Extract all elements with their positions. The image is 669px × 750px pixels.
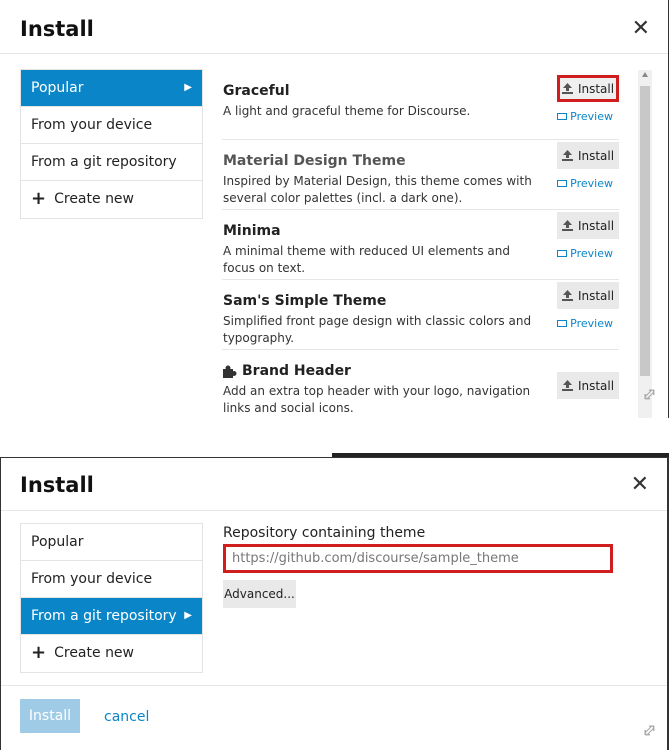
theme-description: Inspired by Material Design, this theme … <box>223 174 532 205</box>
upload-icon <box>561 150 573 161</box>
monitor-icon <box>557 180 568 187</box>
install-button[interactable]: Install <box>557 372 619 399</box>
modal-title: Install <box>20 17 94 41</box>
preview-label: Preview <box>570 317 613 330</box>
puzzle-icon <box>223 365 237 378</box>
nav-item-from-device[interactable]: From your device <box>21 561 202 598</box>
install-label: Install <box>577 288 615 303</box>
cancel-link[interactable]: cancel <box>104 709 149 725</box>
theme-name: Graceful <box>223 83 290 99</box>
install-button[interactable]: Install <box>557 282 619 309</box>
nav-item-create-new[interactable]: + Create new <box>21 181 202 218</box>
close-icon[interactable]: ✕ <box>632 16 650 41</box>
theme-item-brand-header: Brand Header Add an extra top header wit… <box>222 350 619 418</box>
scroll-up-arrow-icon[interactable] <box>642 72 648 77</box>
nav-item-git-repository[interactable]: From a git repository <box>21 144 202 181</box>
install-theme-modal-git: Install ✕ Popular From your device From … <box>0 457 669 750</box>
close-icon[interactable]: ✕ <box>631 472 649 497</box>
advanced-button[interactable]: Advanced... <box>223 580 296 608</box>
theme-name: Brand Header <box>242 363 351 379</box>
nav-item-label: From your device <box>31 571 153 587</box>
theme-description: A light and graceful theme for Discourse… <box>223 104 471 118</box>
nav-item-label: Popular <box>31 80 84 96</box>
nav-item-popular[interactable]: Popular <box>21 524 202 561</box>
preview-label: Preview <box>570 110 613 123</box>
nav-item-git-repository[interactable]: From a git repository ▶ <box>21 598 202 635</box>
install-label: Install <box>577 81 615 96</box>
repository-field-label: Repository containing theme <box>223 525 426 541</box>
theme-description: A minimal theme with reduced UI elements… <box>223 244 510 275</box>
preview-link[interactable]: Preview <box>557 110 613 123</box>
monitor-icon <box>557 250 568 257</box>
upload-icon <box>561 83 573 94</box>
nav-item-create-new[interactable]: + Create new <box>21 635 202 672</box>
nav-item-popular[interactable]: Popular ▶ <box>21 70 202 107</box>
install-submit-button[interactable]: Install <box>20 699 80 733</box>
nav-item-label: Create new <box>54 645 134 661</box>
upload-icon <box>561 380 573 391</box>
theme-name: Material Design Theme <box>223 153 406 169</box>
modal-title: Install <box>20 473 94 497</box>
chevron-right-icon: ▶ <box>184 610 192 621</box>
install-theme-modal-popular: Install ✕ Popular ▶ From your device Fro… <box>0 0 669 418</box>
nav-item-label: From a git repository <box>31 154 177 170</box>
install-source-nav: Popular From your device From a git repo… <box>20 523 203 673</box>
preview-link[interactable]: Preview <box>557 247 613 260</box>
install-button[interactable]: Install <box>557 142 619 169</box>
theme-description: Add an extra top header with your logo, … <box>223 384 531 415</box>
nav-item-label: From your device <box>31 117 153 133</box>
header-divider <box>1 510 667 511</box>
upload-icon <box>561 290 573 301</box>
theme-item-graceful: Graceful A light and graceful theme for … <box>222 70 619 140</box>
install-button[interactable]: Install <box>557 75 619 102</box>
plus-icon: + <box>31 642 47 663</box>
install-source-nav: Popular ▶ From your device From a git re… <box>20 69 203 219</box>
nav-item-label: Create new <box>54 191 134 207</box>
theme-name-row: Brand Header <box>223 363 351 379</box>
header-divider <box>0 53 668 54</box>
theme-item-minima: Minima A minimal theme with reduced UI e… <box>222 210 619 280</box>
preview-label: Preview <box>570 247 613 260</box>
nav-item-label: Popular <box>31 534 84 550</box>
monitor-icon <box>557 320 568 327</box>
preview-link[interactable]: Preview <box>557 177 613 190</box>
scrollbar-thumb[interactable] <box>640 86 650 376</box>
theme-item-sams-simple: Sam's Simple Theme Simplified front page… <box>222 280 619 350</box>
preview-label: Preview <box>570 177 613 190</box>
theme-item-material-design: Material Design Theme Inspired by Materi… <box>222 140 619 210</box>
nav-item-from-device[interactable]: From your device <box>21 107 202 144</box>
install-label: Install <box>577 148 615 163</box>
popular-themes-list: Graceful A light and graceful theme for … <box>222 70 619 418</box>
resize-icon[interactable]: ⇔ <box>637 718 663 744</box>
chevron-right-icon: ▶ <box>184 82 192 93</box>
plus-icon: + <box>31 188 47 209</box>
theme-name: Sam's Simple Theme <box>223 293 387 309</box>
page-backdrop <box>0 418 669 457</box>
repository-url-input[interactable] <box>223 544 613 573</box>
install-label: Install <box>577 218 615 233</box>
theme-description: Simplified front page design with classi… <box>223 314 532 345</box>
install-button[interactable]: Install <box>557 212 619 239</box>
upload-icon <box>561 220 573 231</box>
install-label: Install <box>577 378 615 393</box>
theme-name: Minima <box>223 223 281 239</box>
nav-item-label: From a git repository <box>31 608 177 624</box>
footer-divider <box>1 685 667 686</box>
preview-link[interactable]: Preview <box>557 317 613 330</box>
monitor-icon <box>557 113 568 120</box>
